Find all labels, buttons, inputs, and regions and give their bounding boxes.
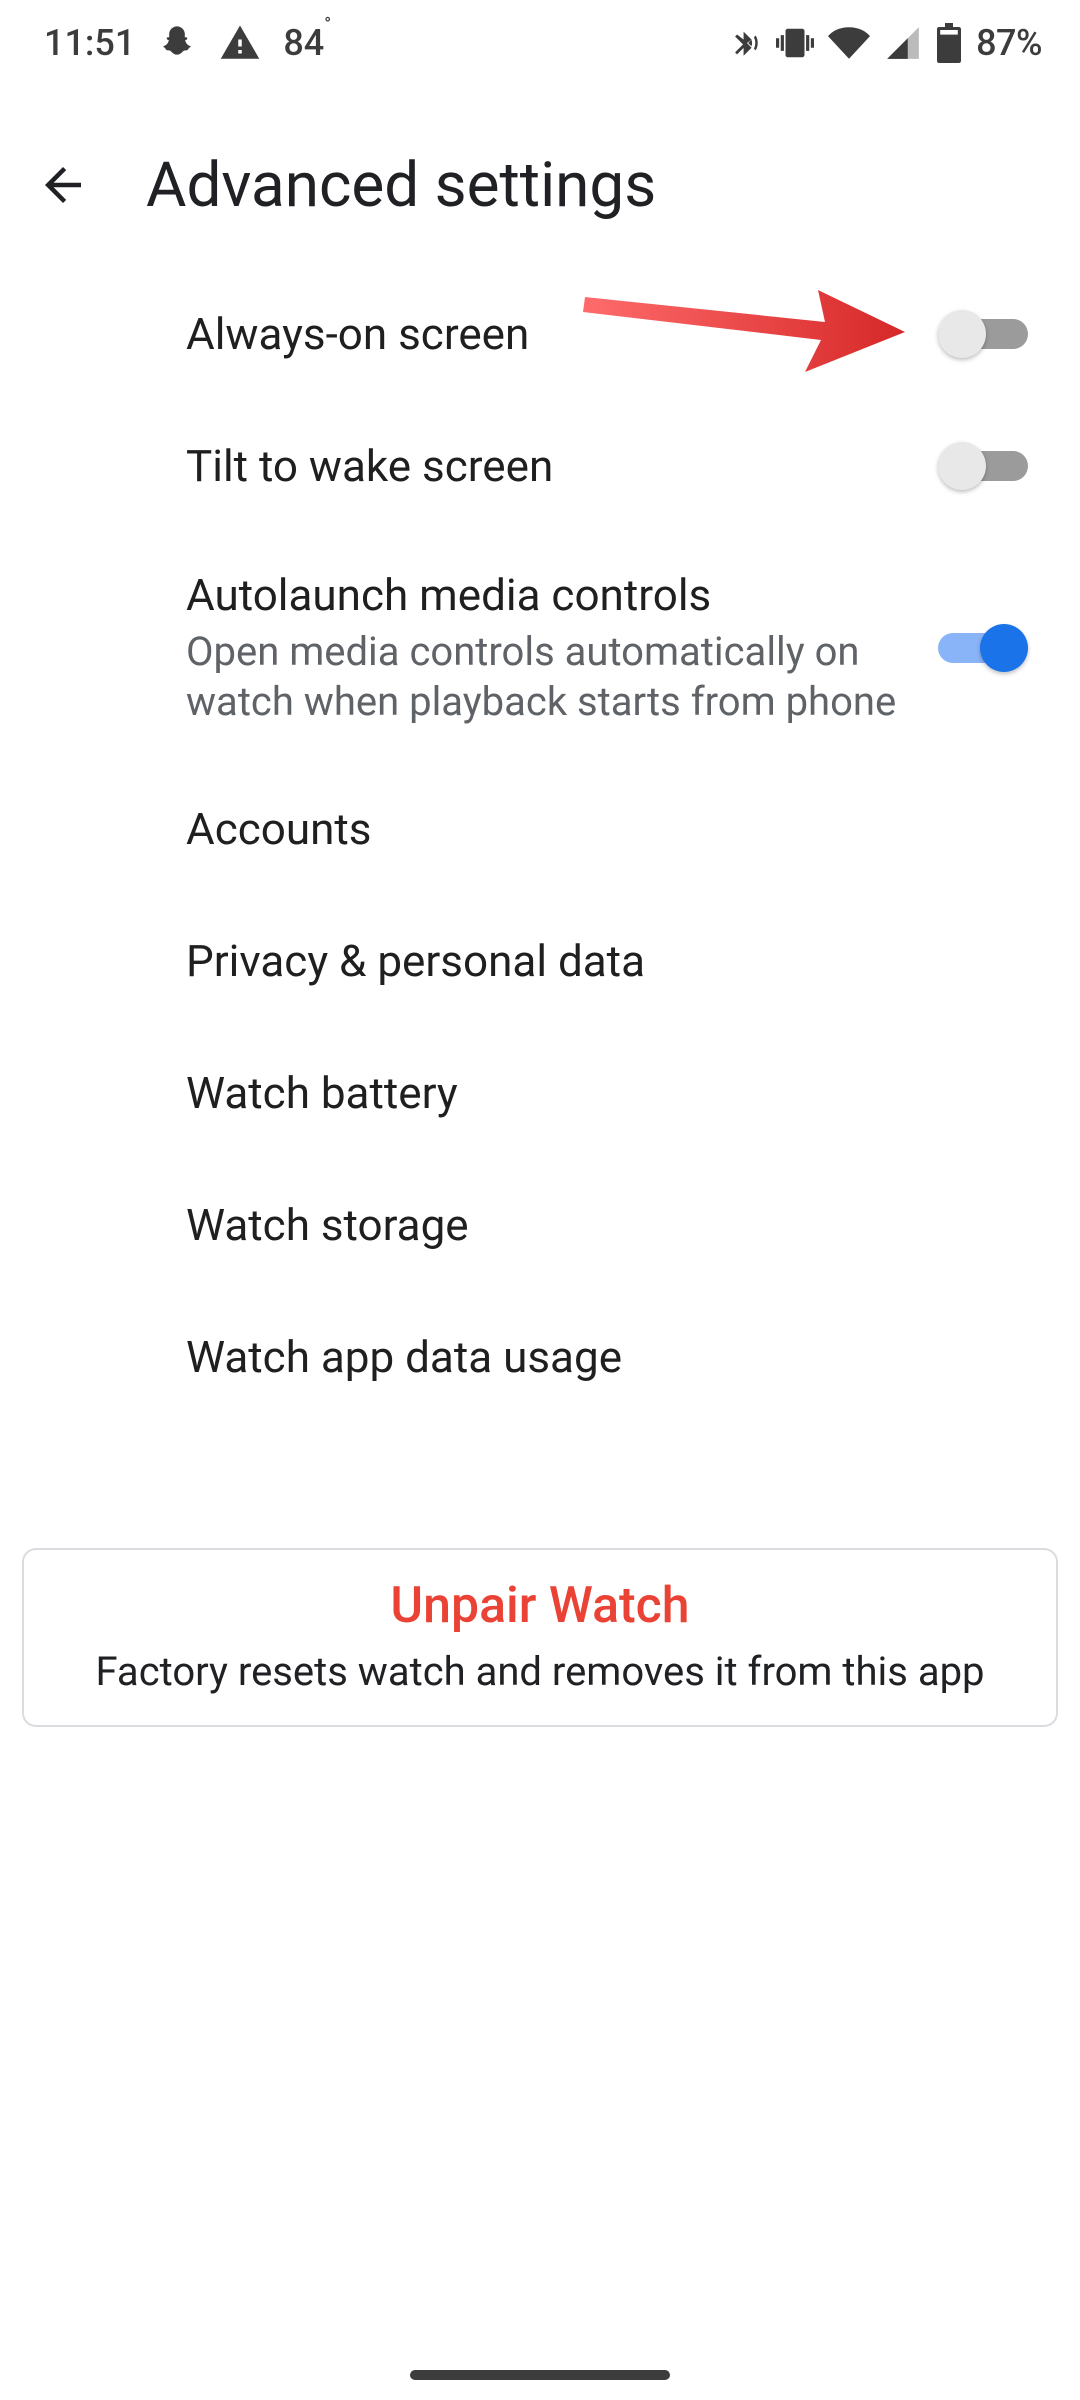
setting-row-autolaunch-media[interactable]: Autolaunch media controls Open media con… [0, 532, 1080, 763]
vibrate-icon [776, 24, 814, 62]
setting-label: Accounts [186, 802, 998, 857]
setting-text: Always-on screen [186, 307, 938, 362]
setting-label: Watch battery [186, 1066, 998, 1121]
status-bar-right: 87% [728, 22, 1042, 64]
setting-text: Autolaunch media controls Open media con… [186, 568, 938, 727]
clock: 11:51 [44, 22, 135, 64]
setting-row-privacy[interactable]: Privacy & personal data [0, 895, 1080, 1027]
setting-text: Watch battery [186, 1066, 1028, 1121]
arrow-back-icon [36, 158, 90, 212]
battery-text: 87% [976, 22, 1042, 64]
warning-icon [219, 22, 261, 64]
toggle-always-on[interactable] [938, 310, 1028, 358]
setting-label: Tilt to wake screen [186, 439, 908, 494]
setting-row-watch-data-usage[interactable]: Watch app data usage [0, 1291, 1080, 1423]
setting-label: Watch storage [186, 1198, 998, 1253]
setting-label: Always-on screen [186, 307, 908, 362]
unpair-watch-button[interactable]: Unpair Watch Factory resets watch and re… [22, 1548, 1058, 1727]
setting-row-watch-storage[interactable]: Watch storage [0, 1159, 1080, 1291]
battery-icon [936, 23, 962, 63]
setting-text: Watch storage [186, 1198, 1028, 1253]
wifi-icon [828, 22, 870, 64]
setting-row-tilt-to-wake[interactable]: Tilt to wake screen [0, 400, 1080, 532]
signal-icon [884, 24, 922, 62]
setting-row-accounts[interactable]: Accounts [0, 763, 1080, 895]
snapchat-icon [157, 23, 197, 63]
unpair-title: Unpair Watch [54, 1578, 1026, 1636]
settings-list: Always-on screen Tilt to wake screen Aut… [0, 268, 1080, 1423]
setting-text: Tilt to wake screen [186, 439, 938, 494]
bluetooth-icon [728, 26, 762, 60]
setting-text: Privacy & personal data [186, 934, 1028, 989]
back-button[interactable] [36, 158, 90, 212]
temperature: 84° [283, 22, 331, 64]
setting-label: Privacy & personal data [186, 934, 998, 989]
setting-text: Accounts [186, 802, 1028, 857]
status-bar-left: 11:51 84° [44, 22, 331, 64]
app-header: Advanced settings [0, 130, 1080, 240]
gesture-nav-bar[interactable] [410, 2370, 670, 2380]
setting-row-watch-battery[interactable]: Watch battery [0, 1027, 1080, 1159]
setting-sublabel: Open media controls automatically on wat… [186, 627, 908, 727]
setting-label: Watch app data usage [186, 1330, 998, 1385]
setting-label: Autolaunch media controls [186, 568, 908, 623]
unpair-sublabel: Factory resets watch and removes it from… [54, 1648, 1026, 1695]
status-bar: 11:51 84° 87% [0, 0, 1080, 86]
setting-row-always-on[interactable]: Always-on screen [0, 268, 1080, 400]
toggle-autolaunch-media[interactable] [938, 624, 1028, 672]
toggle-tilt-to-wake[interactable] [938, 442, 1028, 490]
setting-text: Watch app data usage [186, 1330, 1028, 1385]
page-title: Advanced settings [146, 149, 656, 222]
